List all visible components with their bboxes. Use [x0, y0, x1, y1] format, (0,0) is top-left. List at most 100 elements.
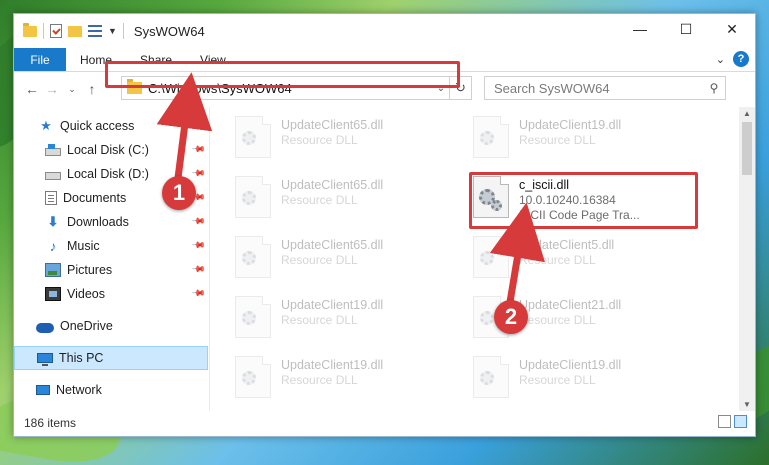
expand-ribbon-chevron-icon[interactable]: ⌄: [716, 53, 725, 66]
forward-arrow-icon[interactable]: →: [42, 81, 62, 97]
pictures-icon: [45, 263, 61, 277]
navigation-pane: ★ Quick access Local Disk (C:) 📌 Local D…: [14, 107, 210, 411]
dll-file-icon: [473, 356, 509, 398]
sidebar-item-label: Local Disk (C:): [67, 143, 149, 157]
sidebar-item-label: Quick access: [60, 119, 135, 133]
explorer-window: ▼ SysWOW64 — ☐ ✕ File Home Share View ⌄ …: [13, 13, 756, 437]
window-title: SysWOW64: [133, 23, 205, 39]
dll-file-icon: [473, 236, 509, 278]
new-folder-icon[interactable]: [68, 25, 82, 37]
recent-locations-chevron-icon[interactable]: ⌄: [62, 84, 82, 95]
callout-badge-1: 1: [162, 176, 196, 210]
network-icon: [36, 385, 50, 395]
up-arrow-icon[interactable]: ↑: [82, 81, 102, 97]
tab-home[interactable]: Home: [66, 48, 126, 71]
dll-file-icon: [235, 176, 271, 218]
sidebar-item-label: Downloads: [67, 215, 129, 229]
sidebar-item-this-pc[interactable]: This PC: [14, 346, 208, 370]
sidebar-item-network[interactable]: Network: [14, 378, 208, 402]
file-version: 10.0.10240.16384: [519, 193, 616, 207]
this-pc-icon: [37, 353, 53, 366]
sidebar-item-music[interactable]: ♪ Music 📌: [14, 234, 208, 258]
back-arrow-icon[interactable]: ←: [22, 81, 42, 97]
address-dropdown-icon[interactable]: ⌄: [433, 83, 449, 94]
pin-icon: 📌: [191, 213, 207, 229]
sidebar-item-downloads[interactable]: ⬇ Downloads 📌: [14, 210, 208, 234]
refresh-icon[interactable]: ↻: [449, 77, 471, 99]
view-list-icon[interactable]: [88, 25, 102, 37]
title-bar: ▼ SysWOW64 — ☐ ✕: [14, 14, 755, 48]
file-name: UpdateClient65.dll: [281, 238, 384, 252]
dll-file-icon: [235, 356, 271, 398]
tab-file[interactable]: File: [14, 48, 66, 71]
file-name: UpdateClient65.dll: [281, 118, 384, 132]
sidebar-item-videos[interactable]: Videos 📌: [14, 282, 208, 306]
disk-icon: [45, 143, 61, 156]
large-icons-view-icon[interactable]: [734, 415, 747, 428]
file-item[interactable]: UpdateClient65.dll Resource DLL: [235, 176, 465, 220]
pin-icon: 📌: [191, 285, 207, 301]
file-item[interactable]: UpdateClient19.dll Resource DLL: [473, 116, 703, 160]
address-path[interactable]: C:\Windows\SysWOW64: [148, 81, 433, 96]
file-description: Resource DLL: [519, 313, 596, 327]
details-view-icon[interactable]: [718, 415, 731, 428]
sidebar-item-label: Pictures: [67, 263, 113, 277]
dll-file-icon: [473, 116, 509, 158]
pin-icon: 📌: [191, 141, 207, 157]
file-name: UpdateClient65.dll: [281, 178, 384, 192]
file-item[interactable]: UpdateClient19.dll Resource DLL: [235, 296, 465, 340]
sidebar-item-pictures[interactable]: Pictures 📌: [14, 258, 208, 282]
sidebar-item-label: Music: [67, 239, 100, 253]
item-count: 186 items: [24, 415, 77, 430]
navigation-bar: ← → ⌄ ↑ C:\Windows\SysWOW64 ⌄ ↻ Search S…: [14, 72, 755, 106]
tab-share[interactable]: Share: [126, 48, 186, 71]
file-item[interactable]: UpdateClient65.dll Resource DLL: [235, 116, 465, 160]
sidebar-item-label: OneDrive: [60, 319, 113, 333]
minimize-button[interactable]: —: [617, 14, 663, 44]
sidebar-item-label: This PC: [59, 351, 104, 365]
close-button[interactable]: ✕: [709, 14, 755, 44]
sidebar-item-local-disk-c[interactable]: Local Disk (C:) 📌: [14, 138, 208, 162]
ribbon-tabs: File Home Share View ⌄ ?: [14, 48, 755, 72]
file-name: c_iscii.dll: [519, 178, 570, 192]
file-description: ISCII Code Page Tra...: [519, 208, 640, 222]
view-toggle: [718, 415, 747, 428]
file-item[interactable]: UpdateClient19.dll Resource DLL: [235, 356, 465, 400]
vertical-scrollbar[interactable]: ▲ ▼: [739, 107, 755, 411]
maximize-button[interactable]: ☐: [663, 14, 709, 44]
file-item-c-iscii[interactable]: c_iscii.dll 10.0.10240.16384 ISCII Code …: [473, 176, 703, 222]
search-icon[interactable]: ⚲: [703, 81, 725, 95]
scroll-up-arrow-icon[interactable]: ▲: [739, 109, 755, 118]
file-description: Resource DLL: [281, 133, 358, 147]
properties-icon[interactable]: [50, 24, 62, 38]
sidebar-item-label: Videos: [67, 287, 105, 301]
file-description: Resource DLL: [519, 373, 596, 387]
search-input[interactable]: Search SysWOW64: [494, 81, 703, 96]
file-description: Resource DLL: [519, 253, 596, 267]
file-name: UpdateClient5.dll: [519, 238, 615, 252]
star-icon: ★: [40, 118, 52, 133]
customize-dropdown-icon[interactable]: ▼: [108, 26, 117, 36]
tab-view[interactable]: View: [186, 48, 240, 71]
file-name: UpdateClient19.dll: [519, 358, 622, 372]
file-item[interactable]: UpdateClient5.dll Resource DLL: [473, 236, 703, 280]
file-item[interactable]: UpdateClient19.dll Resource DLL: [473, 356, 703, 400]
scroll-down-arrow-icon[interactable]: ▼: [739, 400, 755, 409]
scrollbar-thumb[interactable]: [742, 122, 752, 175]
help-icon[interactable]: ?: [733, 51, 749, 67]
toolbar-separator: [43, 23, 44, 39]
dll-file-icon: [235, 296, 271, 338]
sidebar-item-quick-access[interactable]: ★ Quick access: [14, 114, 208, 138]
file-item[interactable]: UpdateClient65.dll Resource DLL: [235, 236, 465, 280]
documents-icon: [45, 191, 57, 205]
file-description: Resource DLL: [281, 253, 358, 267]
search-box[interactable]: Search SysWOW64 ⚲: [484, 76, 726, 100]
folder-icon: [127, 79, 142, 94]
file-name: UpdateClient19.dll: [519, 118, 622, 132]
file-name: UpdateClient19.dll: [281, 358, 384, 372]
address-bar[interactable]: C:\Windows\SysWOW64 ⌄ ↻: [121, 76, 472, 100]
videos-icon: [45, 287, 61, 301]
sidebar-item-label: Local Disk (D:): [67, 167, 149, 181]
sidebar-item-onedrive[interactable]: OneDrive: [14, 314, 208, 338]
sidebar-item-label: Network: [56, 383, 102, 397]
